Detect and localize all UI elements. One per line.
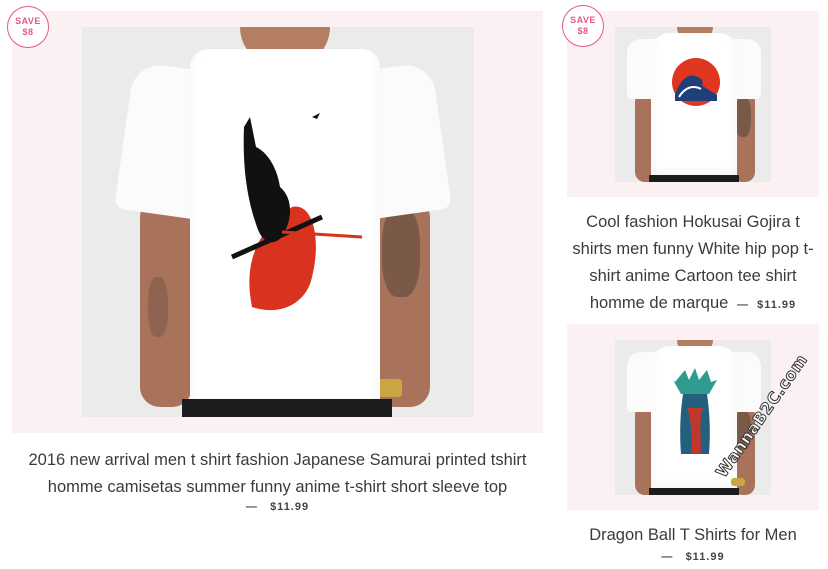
price-dash: — bbox=[661, 551, 674, 563]
save-badge-label: SAVE bbox=[15, 16, 41, 26]
product-price-row: — $11.99 bbox=[12, 501, 543, 513]
product-title[interactable]: Dragon Ball T Shirts for Men bbox=[567, 522, 819, 549]
price-dash: — bbox=[245, 501, 258, 513]
dragon-ball-tshirt-image bbox=[615, 340, 771, 495]
product-title[interactable]: 2016 new arrival men t shirt fashion Jap… bbox=[12, 447, 543, 501]
dragon-ball-print bbox=[673, 368, 717, 454]
price-dash: — bbox=[736, 299, 749, 311]
product-title-text[interactable]: Cool fashion Hokusai Gojira t shirts men… bbox=[572, 213, 813, 312]
hokusai-wave-print bbox=[672, 58, 720, 106]
product-price-row: — $11.99 bbox=[567, 551, 819, 563]
product-image-link[interactable] bbox=[567, 324, 819, 510]
hokusai-wave-tshirt-image bbox=[615, 27, 771, 182]
product-image-link[interactable] bbox=[12, 11, 543, 433]
product-price: $11.99 bbox=[685, 551, 725, 563]
samurai-print bbox=[230, 113, 363, 311]
save-badge: SAVE $8 bbox=[7, 6, 49, 48]
samurai-print-tshirt-image bbox=[82, 27, 474, 417]
product-title[interactable]: Cool fashion Hokusai Gojira t shirts men… bbox=[567, 209, 819, 319]
save-badge-amount: $8 bbox=[22, 27, 34, 37]
product-price-row: — $11.99 bbox=[733, 299, 796, 311]
product-price: $11.99 bbox=[270, 501, 310, 513]
product-image-link[interactable] bbox=[567, 11, 819, 197]
save-badge-amount: $8 bbox=[577, 26, 589, 36]
product-price: $11.99 bbox=[757, 299, 797, 311]
save-badge-label: SAVE bbox=[570, 15, 596, 25]
save-badge: SAVE $8 bbox=[562, 5, 604, 47]
